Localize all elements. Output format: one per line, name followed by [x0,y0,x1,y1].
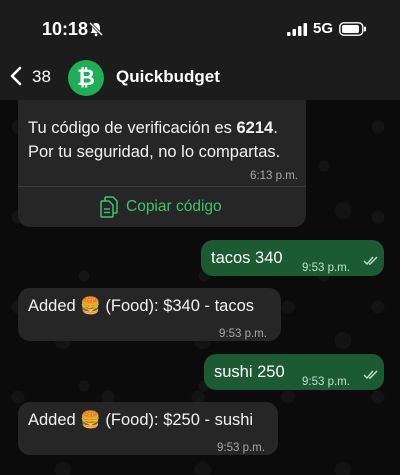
copy-code-button[interactable]: Copiar código [100,196,222,218]
copy-code-label: Copiar código [126,198,222,215]
message-time: 9:53 p.m. [302,376,350,388]
message-text-suffix: (Food): $340 - tacos [100,297,255,315]
message-text-prefix: Added [28,411,81,429]
contact-name[interactable]: Quickbudget [116,67,220,87]
message-incoming-verification: Tu código de verificación es 6214. Por t… [18,100,306,227]
message-incoming: Added 🍔 (Food): $250 - sushi 9:53 p.m. [18,402,278,455]
message-time: 6:13 p.m. [250,170,298,182]
status-bar: 10:18 5G [0,0,400,56]
back-chevron-icon[interactable] [10,66,22,86]
contact-avatar[interactable]: ₿ [68,60,104,96]
chat-header: 38 ₿ Quickbudget [0,56,400,100]
message-text-suffix: (Food): $250 - sushi [100,411,254,429]
message-text-prefix: Tu código de verificación es [28,119,237,137]
message-text: Tu código de verificación es 6214. Por t… [28,116,308,164]
message-text: tacos 340 [211,249,283,267]
message-outgoing: tacos 340 9:53 p.m. [201,240,384,276]
message-text: Added 🍔 (Food): $340 - tacos [28,294,254,318]
message-time: 9:53 p.m. [219,328,267,340]
message-text-line2: Por tu seguridad, no lo compartas. [28,143,281,161]
burger-emoji: 🍔 [80,411,101,429]
status-time: 10:18 [42,19,89,39]
read-checkmark-icon [363,256,378,266]
battery-icon [339,22,366,36]
message-text-suffix: . [273,119,278,137]
verification-code[interactable]: 6214 [237,119,274,137]
divider [18,186,306,187]
message-time: 9:53 p.m. [302,262,350,274]
burger-emoji: 🍔 [80,297,101,315]
message-outgoing: sushi 250 9:53 p.m. [204,354,384,390]
message-time: 9:53 p.m. [217,442,265,454]
muted-bell-icon [88,21,104,37]
message-text: Added 🍔 (Food): $250 - sushi [28,408,253,432]
message-incoming: Added 🍔 (Food): $340 - tacos 9:53 p.m. [18,288,281,341]
back-unread-count[interactable]: 38 [32,67,51,87]
message-text: sushi 250 [214,363,285,381]
bitcoin-icon: ₿ [77,66,95,91]
read-checkmark-icon [363,370,378,380]
signal-icon [287,23,307,36]
message-text-prefix: Added [28,297,81,315]
network-label: 5G [313,20,334,37]
copy-icon [100,196,118,218]
